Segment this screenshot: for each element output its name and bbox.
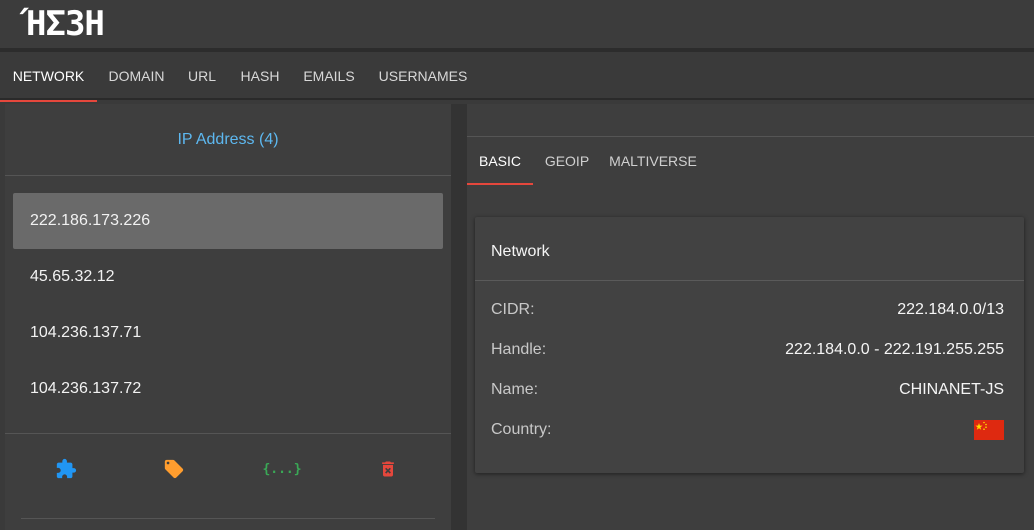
field-label: Country: bbox=[491, 421, 552, 438]
tab-hash[interactable]: HASH bbox=[228, 52, 292, 100]
action-bar: {...} bbox=[5, 433, 451, 503]
card-title: Network bbox=[475, 217, 1024, 281]
field-label: Handle: bbox=[491, 341, 547, 358]
field-value: 222.184.0.0 - 222.191.255.255 bbox=[785, 341, 1004, 358]
field-row-country: Country: bbox=[491, 418, 1004, 442]
ip-list-item[interactable]: 104.236.137.72 bbox=[13, 361, 443, 417]
ip-list-item[interactable]: 222.186.173.226 bbox=[13, 193, 443, 249]
field-value: 222.184.0.0/13 bbox=[897, 301, 1004, 318]
panel-title: IP Address (4) bbox=[5, 104, 451, 176]
ip-list: 222.186.173.226 45.65.32.12 104.236.137.… bbox=[13, 193, 443, 417]
field-label: Name: bbox=[491, 381, 539, 398]
top-bar: ΉΣ3Н bbox=[0, 0, 1034, 48]
tab-maltiverse[interactable]: MALTIVERSE bbox=[601, 137, 705, 185]
tab-url[interactable]: URL bbox=[176, 52, 228, 100]
ip-list-item[interactable]: 45.65.32.12 bbox=[13, 249, 443, 305]
china-flag-icon bbox=[974, 420, 1004, 440]
tab-basic[interactable]: BASIC bbox=[467, 137, 533, 185]
ip-list-item[interactable]: 104.236.137.71 bbox=[13, 305, 443, 361]
field-row-handle: Handle: 222.184.0.0 - 222.191.255.255 bbox=[491, 338, 1004, 362]
tab-network[interactable]: NETWORK bbox=[0, 52, 97, 102]
app-logo[interactable]: ΉΣ3Н bbox=[26, 6, 105, 42]
json-braces-icon[interactable]: {...} bbox=[262, 456, 301, 482]
tab-geoip[interactable]: GEOIP bbox=[533, 137, 601, 185]
trash-icon[interactable] bbox=[375, 456, 401, 482]
divider bbox=[21, 518, 435, 519]
tab-usernames[interactable]: USERNAMES bbox=[366, 52, 480, 100]
field-label: CIDR: bbox=[491, 301, 535, 318]
tab-emails[interactable]: EMAILS bbox=[292, 52, 366, 100]
field-value: CHINANET-JS bbox=[899, 381, 1004, 398]
field-row-cidr: CIDR: 222.184.0.0/13 bbox=[491, 298, 1004, 322]
details-panel: BASIC GEOIP MALTIVERSE Network CIDR: 222… bbox=[467, 104, 1034, 530]
panel-divider bbox=[451, 104, 467, 530]
main-tab-bar: NETWORK DOMAIN URL HASH EMAILS USERNAMES bbox=[0, 52, 1034, 102]
sub-tab-bar: BASIC GEOIP MALTIVERSE bbox=[467, 137, 1034, 185]
details-header bbox=[467, 104, 1034, 137]
puzzle-icon[interactable] bbox=[53, 456, 79, 482]
network-card: Network CIDR: 222.184.0.0/13 Handle: 222… bbox=[475, 217, 1024, 473]
field-row-name: Name: CHINANET-JS bbox=[491, 378, 1004, 402]
tag-icon[interactable] bbox=[161, 456, 187, 482]
tab-domain[interactable]: DOMAIN bbox=[97, 52, 176, 100]
ip-list-panel: IP Address (4) 222.186.173.226 45.65.32.… bbox=[5, 104, 451, 530]
